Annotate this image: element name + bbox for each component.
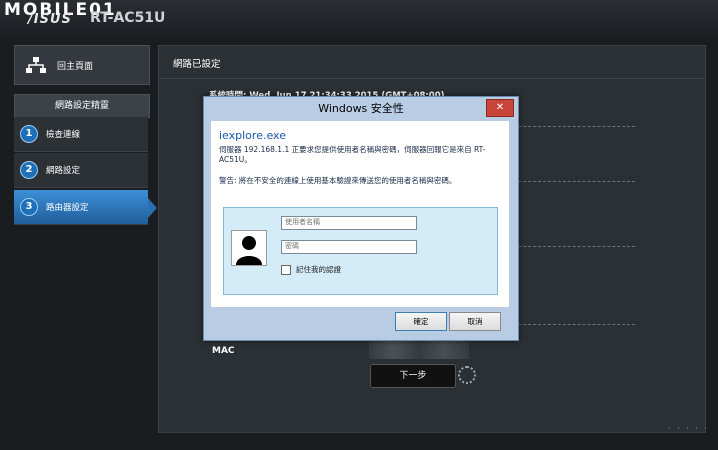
auth-warning: 警告: 將在不安全的連線上使用基本驗證來傳送您的使用者名稱與密碼。	[219, 176, 457, 185]
asus-logo: /ISUS	[28, 12, 72, 27]
dialog-title: Windows 安全性	[318, 102, 404, 115]
watermark: · · · · ·	[668, 424, 709, 433]
model-name: RT-AC51U	[90, 10, 166, 26]
step-label: 網路設定	[46, 166, 81, 176]
page-title: 網路已設定	[173, 59, 221, 70]
divider	[159, 78, 705, 79]
username-input[interactable]	[281, 216, 417, 230]
step-label: 檢查連線	[46, 130, 81, 140]
remember-checkbox[interactable]	[281, 265, 291, 275]
home-button[interactable]: 回主頁面	[14, 45, 150, 85]
wizard-step-3[interactable]: 3 路由器設定	[14, 190, 148, 225]
top-bar: MOBILE01 /ISUS RT-AC51U	[0, 0, 718, 38]
home-label: 回主頁面	[57, 61, 94, 72]
step-number: 3	[20, 198, 38, 216]
wizard-step-1[interactable]: 1 檢查連線	[14, 117, 148, 152]
ok-button[interactable]: 確定	[395, 312, 447, 331]
next-button[interactable]: 下一步	[370, 364, 456, 388]
app-name: iexplore.exe	[219, 129, 286, 142]
mac-label: MAC	[212, 346, 235, 356]
user-avatar-icon	[231, 230, 267, 266]
auth-message: 伺服器 192.168.1.1 正要求您提供使用者名稱與密碼，伺服器回報它是來自…	[219, 145, 486, 164]
cancel-button[interactable]: 取消	[449, 312, 501, 331]
active-step-arrow	[148, 198, 157, 218]
step-number: 2	[20, 161, 38, 179]
wizard-title: 網路設定精靈	[14, 94, 150, 118]
close-button[interactable]: ✕	[486, 99, 514, 117]
network-icon	[26, 57, 46, 73]
screen: MOBILE01 /ISUS RT-AC51U 回主頁面 網路設定精靈 1 檢查…	[0, 0, 718, 450]
step-label: 路由器設定	[46, 203, 89, 213]
security-dialog: Windows 安全性 ✕ iexplore.exe 伺服器 192.168.1…	[203, 96, 519, 341]
loading-spinner-icon	[458, 366, 476, 384]
password-input[interactable]	[281, 240, 417, 254]
step-number: 1	[20, 125, 38, 143]
credential-box: 記住我的認證	[223, 207, 498, 295]
remember-label: 記住我的認證	[296, 265, 341, 274]
blurred-mac-value	[369, 339, 469, 359]
dialog-body: iexplore.exe 伺服器 192.168.1.1 正要求您提供使用者名稱…	[211, 121, 509, 307]
wizard-step-2[interactable]: 2 網路設定	[14, 153, 148, 188]
